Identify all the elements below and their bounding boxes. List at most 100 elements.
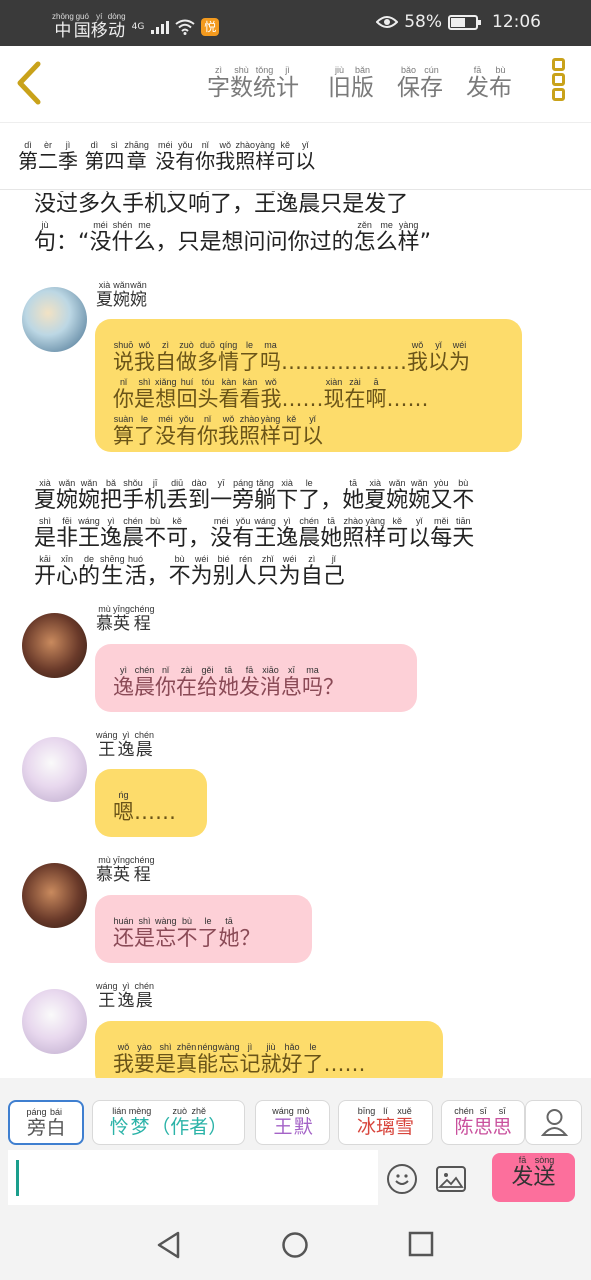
ruby-char: 自zì — [155, 340, 176, 374]
ruby-char: 了le — [386, 191, 409, 217]
word-count-button[interactable]: 字zì数shù统tǒng计jì — [207, 65, 299, 102]
ruby-char: 又yòu — [430, 478, 453, 513]
speaker-name: 慕mù英yīng程chéng — [96, 604, 155, 634]
ruby-char: 王wáng — [272, 1106, 294, 1138]
ruby-char: 只zhǐ — [320, 191, 343, 217]
ruby-char: 可kě — [275, 140, 296, 173]
text-line: 夏xià婉wǎn婉wǎn把bǎ手shǒu机jī丢diū到dào一yī旁páng躺… — [34, 478, 564, 517]
role-chip-chen-sisi[interactable]: 陈chén思sī思sī — [441, 1100, 525, 1145]
ruby-char: 布bù — [489, 65, 512, 101]
message-input[interactable] — [8, 1150, 378, 1205]
role-chip-narration[interactable]: 旁páng白bái — [8, 1100, 84, 1145]
role-chip-bing-lixue[interactable]: 冰bīng璃lí雪xuě — [338, 1100, 433, 1145]
ruby-char: 婉wǎn — [78, 478, 101, 513]
ruby-char: 璃lí — [375, 1106, 395, 1138]
person-icon[interactable] — [525, 1100, 582, 1145]
avatar-wang-yichen[interactable] — [22, 737, 87, 802]
ruby-char: 响xiǎng — [188, 191, 211, 217]
ruby-char: 开kāi — [34, 554, 57, 589]
image-icon[interactable] — [436, 1166, 466, 1192]
ruby-char: 现xiàn — [323, 377, 345, 411]
ruby-char: 晨chén — [134, 981, 155, 1011]
ruby-char: 晨chén — [298, 191, 321, 217]
ruby-char: 是 — [199, 230, 222, 255]
ruby-char: 王wáng — [96, 730, 118, 760]
ruby-char: 婉wǎn — [130, 280, 147, 310]
ruby-char: 雪xuě — [395, 1106, 415, 1138]
text-line: 没méi过guò多duō久jiǔ手shǒu机jī又yòu响xiǎng了le，王w… — [34, 191, 564, 221]
avatar-wang-yichen[interactable] — [22, 989, 87, 1054]
avatar-mu-yingcheng[interactable] — [22, 613, 87, 678]
ruby-char: 天tiān — [452, 516, 475, 551]
message-bubble[interactable]: 还huán是shì忘wàng不bù了le她tā？ — [95, 895, 312, 963]
ruby-char: 思sī — [492, 1106, 512, 1138]
ruby-char: 旧jiù — [328, 65, 351, 101]
ruby-char: 下xià — [276, 478, 299, 513]
ruby-char: 一yī — [210, 478, 233, 513]
text-line: 我wǒ要yào是shì真zhēn能néng忘wàng记jì就jiù好hǎo了le… — [113, 1042, 427, 1078]
chapter-title: 第dì二èr季jì 第dì四sì章zhāng 没méi有yǒu你nǐ我wǒ照zh… — [18, 140, 316, 174]
ruby-char: 又yòu — [166, 191, 189, 217]
chapter-bar[interactable]: 第dì二èr季jì 第dì四sì章zhāng 没méi有yǒu你nǐ我wǒ照zh… — [0, 122, 591, 190]
ruby-text: 怜lián梦mèng（作zuò者zhě） — [110, 1106, 228, 1138]
ruby-char: 息xī — [281, 665, 302, 699]
nav-back-icon[interactable] — [156, 1231, 182, 1259]
ruby-char: 夏xià — [96, 280, 113, 310]
publish-button[interactable]: 发fā布bù — [466, 65, 512, 102]
ruby-char: 心xīn — [56, 554, 79, 589]
avatar-mu-yingcheng[interactable] — [22, 863, 87, 928]
message-bubble[interactable]: 我wǒ要yào是shì真zhēn能néng忘wàng记jì就jiù好hǎo了le… — [95, 1021, 443, 1078]
ruby-char: 英yīng — [113, 604, 131, 634]
nav-recent-icon[interactable] — [408, 1231, 434, 1257]
ruby-char: ， — [188, 526, 211, 551]
ruby-char: 久jiǔ — [100, 191, 123, 217]
message-bubble[interactable]: 说shuō我wǒ自zì做zuò多duō情qíng了le吗ma………………我wǒ以… — [95, 319, 522, 452]
send-button[interactable]: 发fā送sòng — [492, 1153, 575, 1202]
text-line: 逸yì晨chén你nǐ在zài给gěi她tā发fā消xiāo息xī吗ma？ — [113, 665, 401, 703]
ruby-char: 头tóu — [197, 377, 219, 411]
ruby-char: 夏xià — [34, 478, 57, 513]
ruby-char: 没méi — [89, 220, 112, 255]
message-bubble[interactable]: 嗯ńg…… — [95, 769, 207, 837]
ruby-char: 多duō — [78, 191, 101, 217]
ruby-char: 不bù — [176, 916, 198, 950]
ruby-char: 照zhào — [239, 414, 260, 448]
ruby-char: 要yào — [134, 1042, 155, 1076]
ruby-char: 问 — [243, 230, 266, 255]
ruby-char: 不bù — [144, 516, 167, 551]
emoji-icon[interactable] — [387, 1164, 417, 1194]
ruby-char: 四sì — [104, 140, 125, 173]
ruby-char: 每měi — [430, 516, 453, 551]
chevron-left-icon[interactable] — [12, 60, 48, 106]
ruby-char: 己jǐ — [322, 554, 345, 589]
ruby-char: 逸yì — [117, 730, 135, 760]
ruby-char: 以yǐ — [428, 340, 449, 374]
ruby-char: 自zì — [300, 554, 323, 589]
ruby-char: ？ — [239, 926, 261, 950]
ruby-char: 问 — [265, 230, 288, 255]
ruby-char: 逸yì — [276, 191, 299, 217]
ruby-char: 统tǒng — [253, 65, 276, 101]
role-chip-author[interactable]: 怜lián梦mèng（作zuò者zhě） — [92, 1100, 245, 1145]
save-button[interactable]: 保bǎo存cún — [397, 65, 443, 102]
ruby-char: 情qíng — [218, 340, 239, 374]
ruby-char: … — [134, 800, 155, 824]
ruby-char: 逸yì — [100, 516, 123, 551]
ruby-char: 婉wǎn — [408, 478, 431, 513]
ruby-char: 是shì — [34, 516, 57, 551]
message-bubble[interactable]: 逸yì晨chén你nǐ在zài给gěi她tā发fā消xiāo息xī吗ma？ — [95, 644, 417, 712]
ruby-char: 机jī — [144, 191, 167, 217]
nav-home-icon[interactable] — [281, 1231, 309, 1259]
avatar-xia-wanwan[interactable] — [22, 287, 87, 352]
ruby-char: 默mò — [293, 1106, 313, 1138]
ruby-char: 么me — [375, 220, 398, 255]
ruby-char: 以yǐ — [408, 516, 431, 551]
ruby-char: 以yǐ — [295, 140, 316, 173]
ruby-char: 只 — [177, 230, 200, 255]
story-content[interactable]: 没méi过guò多duō久jiǔ手shǒu机jī又yòu响xiǎng了le，王w… — [0, 191, 591, 1078]
role-chip-wang-mo[interactable]: 王wáng默mò — [255, 1100, 330, 1145]
text-line: 句jù：“没méi什shén么me，只是想问问你过的怎zěn么me样yàng” — [34, 220, 564, 259]
old-version-button[interactable]: 旧jiù版bǎn — [328, 65, 374, 102]
more-icon[interactable] — [548, 58, 568, 108]
ruby-char: 多duō — [197, 340, 218, 374]
